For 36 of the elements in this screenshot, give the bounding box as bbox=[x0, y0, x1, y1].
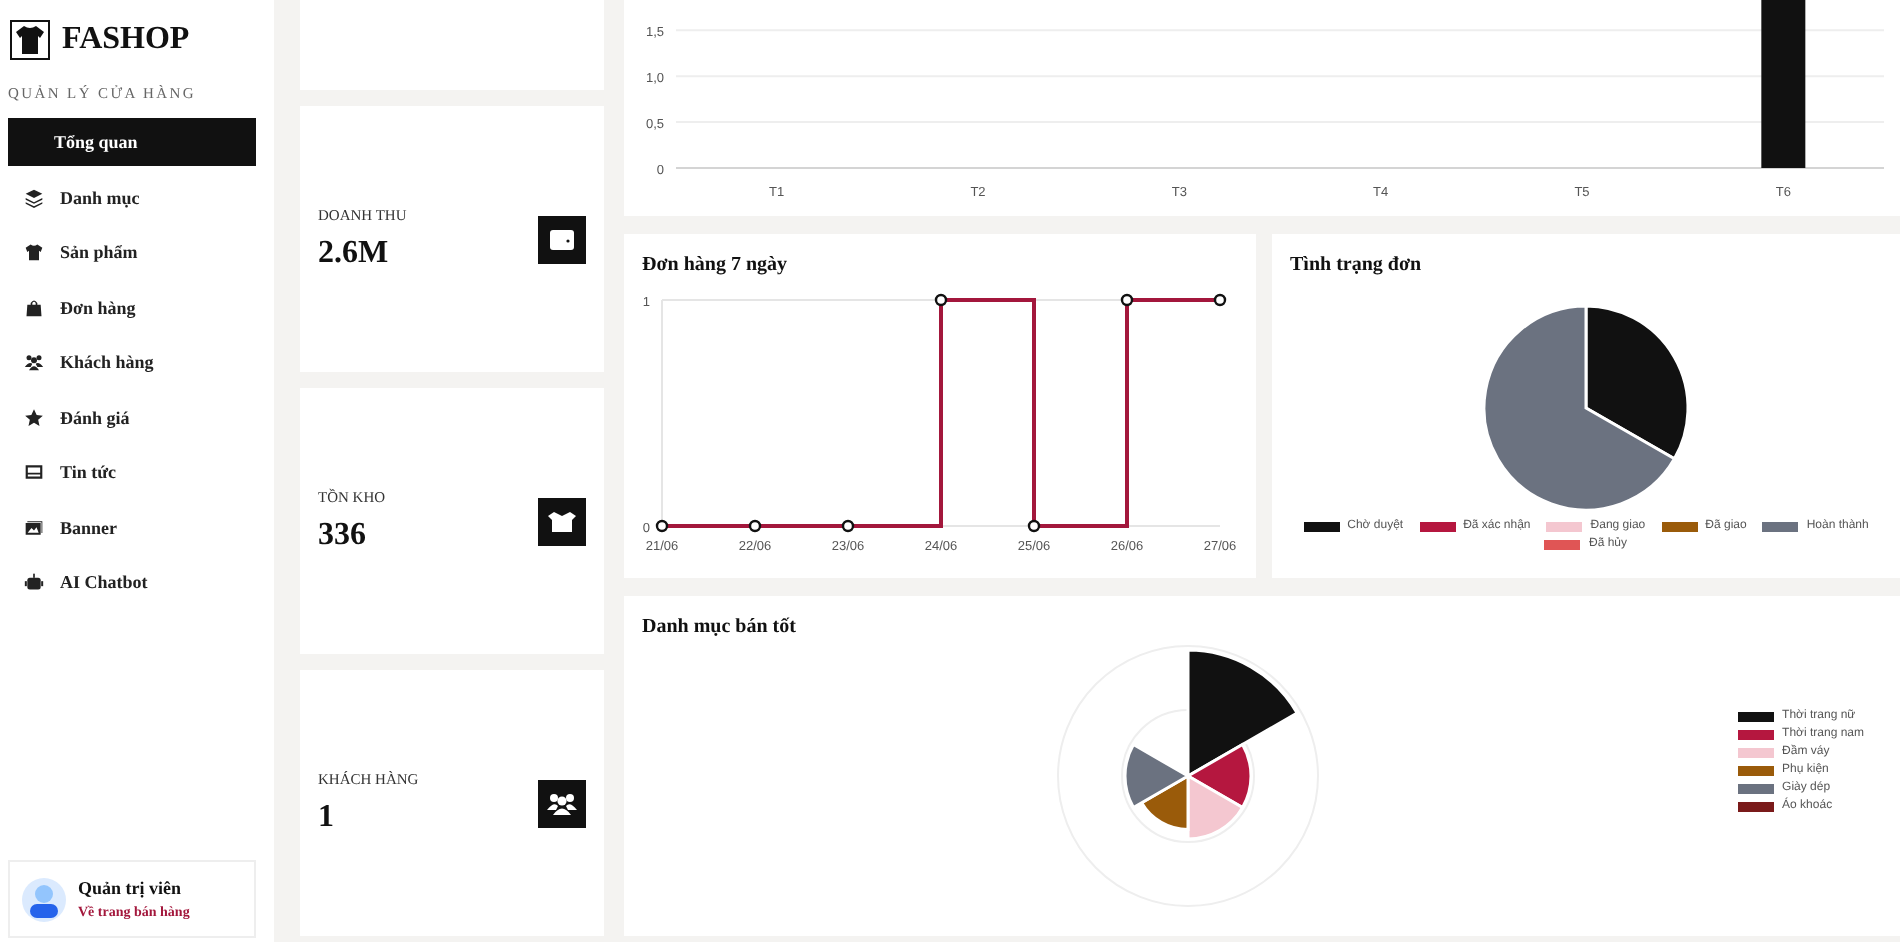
chart-title: Danh mục bán tốt bbox=[640, 614, 798, 642]
nav-item[interactable]: Tin tức bbox=[8, 448, 256, 496]
users-icon bbox=[24, 352, 44, 372]
nav-item[interactable]: Banner bbox=[8, 503, 256, 551]
star-icon bbox=[24, 407, 44, 427]
layers-icon bbox=[24, 187, 44, 207]
data-point bbox=[1213, 293, 1227, 307]
bag-icon bbox=[24, 297, 44, 317]
user-name: Quản trị viên bbox=[78, 878, 184, 898]
stat-value: 1 bbox=[318, 800, 336, 836]
robot-icon bbox=[24, 572, 44, 592]
nav-item[interactable]: Tổng quan bbox=[8, 118, 256, 166]
data-point bbox=[934, 293, 948, 307]
news-icon bbox=[24, 462, 44, 482]
image-icon bbox=[24, 517, 44, 537]
nav-item[interactable]: Khách hàng bbox=[8, 338, 256, 386]
nav-item[interactable]: Sản phẩm bbox=[8, 228, 256, 276]
shirt-icon bbox=[24, 242, 44, 262]
chart-title: Đơn hàng 7 ngày bbox=[640, 252, 790, 280]
stat-value: 2.6M bbox=[318, 236, 391, 272]
data-point bbox=[1120, 293, 1134, 307]
nav-item[interactable]: AI Chatbot bbox=[8, 558, 256, 606]
data-point bbox=[841, 519, 855, 533]
brand-name: FASHOP bbox=[62, 22, 190, 58]
data-point bbox=[748, 519, 762, 533]
nav-item[interactable]: Đánh giá bbox=[8, 393, 256, 441]
data-point bbox=[655, 519, 669, 533]
user-avatar-icon bbox=[22, 877, 66, 921]
nav-item[interactable]: Đơn hàng bbox=[8, 283, 256, 331]
stat-value: 336 bbox=[318, 518, 368, 554]
chart-title: Tình trạng đơn bbox=[1288, 252, 1424, 280]
data-point bbox=[1027, 519, 1041, 533]
shirt-logo-icon bbox=[10, 20, 50, 60]
wallet-icon bbox=[538, 215, 586, 263]
users-icon bbox=[538, 779, 586, 827]
nav-item[interactable]: Danh mục bbox=[8, 173, 256, 221]
